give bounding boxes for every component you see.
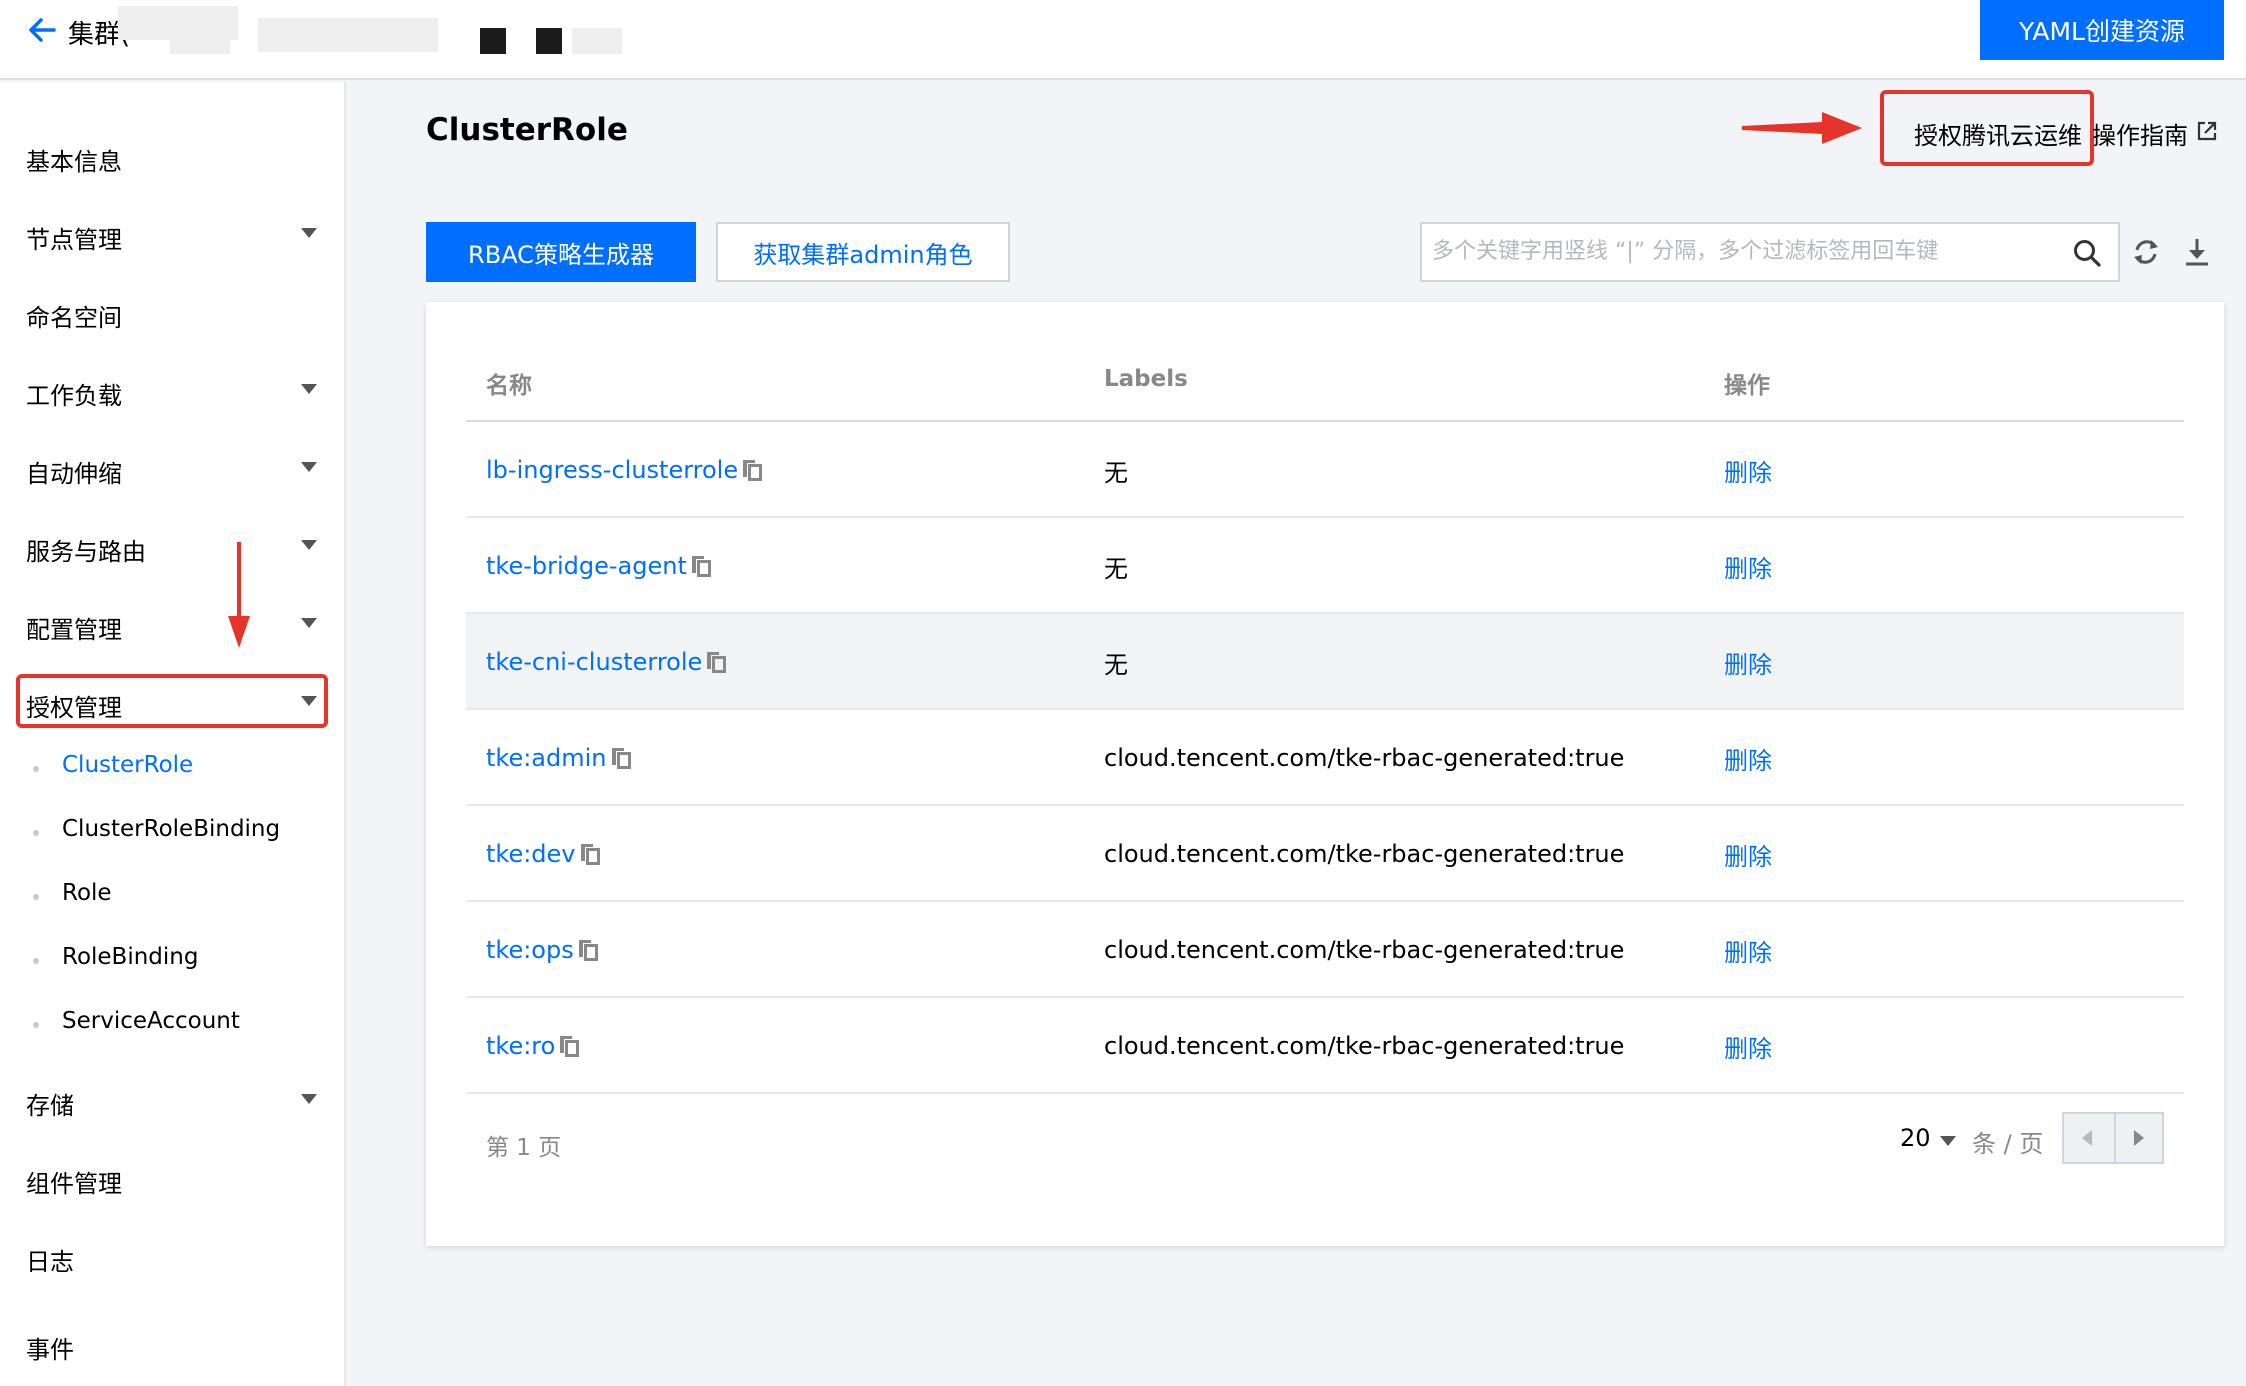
labels-cell: cloud.tencent.com/tke-rbac-generated:tru… xyxy=(1104,744,1625,772)
yaml-create-button[interactable]: YAML创建资源 xyxy=(1980,0,2224,60)
table-row: tke:admin cloud.tencent.com/tke-rbac-gen… xyxy=(466,710,2184,806)
chevron-down-icon[interactable] xyxy=(301,618,317,628)
chevron-down-icon[interactable] xyxy=(301,384,317,394)
redacted-cluster-id xyxy=(258,18,438,52)
redacted-cluster-id xyxy=(572,28,622,54)
authorize-tencent-ops-link[interactable]: 授权腾讯云运维 xyxy=(1914,116,2082,151)
clusterrole-name-link[interactable]: tke:ro xyxy=(486,1032,555,1060)
operation-guide-link[interactable]: 操作指南 xyxy=(2092,116,2188,151)
sidebar-subitem-rolebinding[interactable]: RoleBinding xyxy=(62,944,198,970)
bullet-dot xyxy=(33,958,39,964)
labels-cell: cloud.tencent.com/tke-rbac-generated:tru… xyxy=(1104,840,1625,868)
sidebar-item-services[interactable]: 服务与路由 xyxy=(26,532,146,567)
delete-link[interactable]: 删除 xyxy=(1724,422,1772,518)
annotation-arrow-icon xyxy=(1742,112,1862,144)
sidebar-item-nodes[interactable]: 节点管理 xyxy=(26,220,122,255)
chevron-down-icon[interactable] xyxy=(301,462,317,472)
search-input[interactable] xyxy=(1432,224,2052,278)
table-row: tke-bridge-agent 无 删除 xyxy=(466,518,2184,614)
copy-icon[interactable] xyxy=(609,745,633,771)
bullet-dot xyxy=(33,1022,39,1028)
column-header-operations: 操作 xyxy=(1724,373,1770,399)
labels-cell: cloud.tencent.com/tke-rbac-generated:tru… xyxy=(1104,1032,1625,1060)
refresh-icon[interactable] xyxy=(2131,236,2161,268)
page-info: 第 1 页 xyxy=(486,1135,562,1161)
get-admin-role-button[interactable]: 获取集群admin角色 xyxy=(716,222,1010,282)
redacted-cluster-id xyxy=(170,24,230,54)
delete-link[interactable]: 删除 xyxy=(1724,902,1772,998)
chevron-down-icon[interactable] xyxy=(301,228,317,238)
download-icon[interactable] xyxy=(2182,236,2212,268)
sidebar-subitem-serviceaccount[interactable]: ServiceAccount xyxy=(62,1008,240,1034)
sidebar-item-workloads[interactable]: 工作负载 xyxy=(26,376,122,411)
external-link-icon[interactable] xyxy=(2196,120,2218,142)
sidebar-subitem-clusterrolebinding[interactable]: ClusterRoleBinding xyxy=(62,816,280,842)
page-size-unit: 条 / 页 xyxy=(1972,1130,2044,1158)
page-title: ClusterRole xyxy=(426,112,628,148)
next-page-icon[interactable] xyxy=(2134,1130,2144,1146)
chevron-down-icon[interactable] xyxy=(301,1094,317,1104)
prev-page-icon[interactable] xyxy=(2082,1130,2092,1146)
copy-icon[interactable] xyxy=(704,649,728,675)
clusterrole-name-link[interactable]: tke:dev xyxy=(486,840,576,868)
clusterrole-name-link[interactable]: lb-ingress-clusterrole xyxy=(486,456,738,484)
annotation-highlight-box xyxy=(16,674,328,728)
labels-cell: cloud.tencent.com/tke-rbac-generated:tru… xyxy=(1104,936,1625,964)
sidebar-subitem-role[interactable]: Role xyxy=(62,880,112,906)
chevron-down-icon[interactable] xyxy=(1940,1136,1956,1146)
clusterrole-name-link[interactable]: tke:ops xyxy=(486,936,574,964)
delete-link[interactable]: 删除 xyxy=(1724,710,1772,806)
clusterrole-name-link[interactable]: tke-bridge-agent xyxy=(486,552,687,580)
copy-icon[interactable] xyxy=(689,553,713,579)
labels-cell: 无 xyxy=(1104,554,1128,583)
pager-divider xyxy=(2114,1114,2116,1162)
chevron-down-icon[interactable] xyxy=(301,540,317,550)
sidebar-item-events[interactable]: 事件 xyxy=(26,1330,74,1365)
column-header-labels: Labels xyxy=(1104,366,1188,392)
bullet-dot xyxy=(33,766,39,772)
sidebar-item-basic-info[interactable]: 基本信息 xyxy=(26,142,122,177)
page-size-select[interactable]: 20 xyxy=(1900,1124,1931,1152)
delete-link[interactable]: 删除 xyxy=(1724,998,1772,1094)
labels-cell: 无 xyxy=(1104,650,1128,679)
annotation-arrow-icon xyxy=(228,542,250,648)
bullet-dot xyxy=(33,830,39,836)
pager xyxy=(2062,1112,2164,1164)
labels-cell: 无 xyxy=(1104,458,1128,487)
search-box xyxy=(1420,222,2120,282)
delete-link[interactable]: 删除 xyxy=(1724,518,1772,614)
delete-link[interactable]: 删除 xyxy=(1724,806,1772,902)
redacted-cluster-id xyxy=(536,28,562,54)
sidebar-item-namespaces[interactable]: 命名空间 xyxy=(26,298,122,333)
sidebar-item-config[interactable]: 配置管理 xyxy=(26,610,122,645)
table-row: tke:ops cloud.tencent.com/tke-rbac-gener… xyxy=(466,902,2184,998)
table-row: tke:dev cloud.tencent.com/tke-rbac-gener… xyxy=(466,806,2184,902)
sidebar-item-logs[interactable]: 日志 xyxy=(26,1242,74,1277)
redacted-cluster-id xyxy=(480,28,506,54)
table-row: tke-cni-clusterrole 无 删除 xyxy=(466,614,2184,710)
sidebar-item-addons[interactable]: 组件管理 xyxy=(26,1164,122,1199)
delete-link[interactable]: 删除 xyxy=(1724,614,1772,710)
sidebar-item-autoscaling[interactable]: 自动伸缩 xyxy=(26,454,122,489)
clusterrole-name-link[interactable]: tke:admin xyxy=(486,744,607,772)
table-row: lb-ingress-clusterrole 无 删除 xyxy=(466,422,2184,518)
sidebar-subitem-clusterrole[interactable]: ClusterRole xyxy=(62,752,193,778)
column-header-name: 名称 xyxy=(486,373,532,399)
table-row: tke:ro cloud.tencent.com/tke-rbac-genera… xyxy=(466,998,2184,1094)
top-bar: 集群( YAML创建资源 xyxy=(0,0,2246,80)
copy-icon[interactable] xyxy=(576,937,600,963)
clusterrole-name-link[interactable]: tke-cni-clusterrole xyxy=(486,648,702,676)
rbac-generator-button[interactable]: RBAC策略生成器 xyxy=(426,222,696,282)
back-arrow-icon[interactable] xyxy=(26,14,58,46)
sidebar-item-storage[interactable]: 存储 xyxy=(26,1086,74,1121)
copy-icon[interactable] xyxy=(557,1033,581,1059)
search-icon[interactable] xyxy=(2072,238,2102,268)
copy-icon[interactable] xyxy=(740,457,764,483)
copy-icon[interactable] xyxy=(578,841,602,867)
bullet-dot xyxy=(33,894,39,900)
